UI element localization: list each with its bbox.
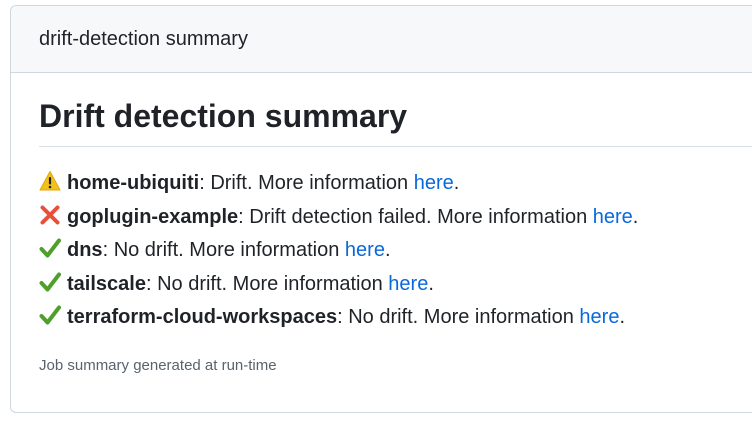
result-item: dns: No drift. More information here. [39,234,752,268]
result-item: goplugin-example: Drift detection failed… [39,201,752,235]
more-info-text: More information [258,172,409,194]
result-message: Drift detection failed. [249,205,432,228]
summary-title: Drift detection summary [39,96,752,147]
job-summary-card: drift-detection summary Drift detection … [10,5,752,413]
result-name: dns [67,239,103,261]
details-link[interactable]: here [414,172,454,194]
cross-mark-icon [40,205,60,224]
more-info-text: More information [232,272,383,295]
card-body: Drift detection summary home-ubiquiti: D… [11,96,752,374]
result-message: Drift. [210,172,253,194]
result-name: home-ubiquiti [67,172,200,194]
more-info-text: More information [189,239,340,261]
details-link[interactable]: here [593,206,633,228]
result-name: tailscale [67,272,146,295]
details-link[interactable]: here [345,239,385,261]
result-message: No drift. [348,306,419,328]
result-message: No drift. [157,272,228,295]
result-name: terraform-cloud-workspaces [67,306,338,328]
more-info-text: More information [423,306,574,328]
warning-icon [39,171,61,191]
summary-footer-note: Job summary generated at run-time [39,356,277,374]
details-link[interactable]: here [388,273,428,295]
result-item: terraform-cloud-workspaces: No drift. Mo… [39,301,752,335]
result-item: tailscale: No drift. More information he… [39,268,752,302]
check-mark-icon [39,238,61,258]
result-name: goplugin-example [67,205,239,228]
card-header: drift-detection summary [11,6,752,73]
check-mark-icon [39,305,61,325]
check-mark-icon [39,272,61,291]
result-item: home-ubiquiti: Drift. More information h… [39,167,752,201]
result-message: No drift. [113,239,184,261]
card-header-title: drift-detection summary [39,27,248,50]
results-list: home-ubiquiti: Drift. More information h… [39,167,752,335]
details-link[interactable]: here [579,306,619,328]
more-info-text: More information [437,205,588,228]
